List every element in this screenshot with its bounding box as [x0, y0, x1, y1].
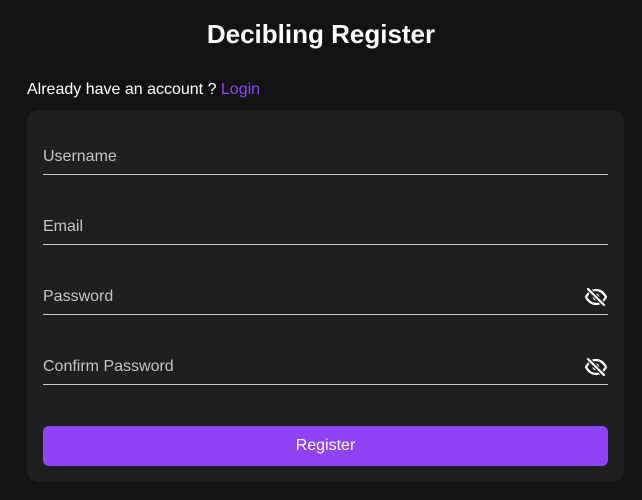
account-prompt-text: Already have an account ? — [27, 81, 221, 98]
page-title: Decibling Register — [206, 19, 436, 49]
confirm-password-field-wrapper — [43, 350, 608, 385]
password-input[interactable] — [43, 280, 608, 314]
login-link[interactable]: Login — [221, 81, 260, 98]
register-form: Register — [27, 110, 624, 482]
register-page: Decibling Register Already have an accou… — [0, 0, 642, 500]
username-input[interactable] — [43, 140, 608, 174]
account-prompt: Already have an account ? Login — [27, 80, 260, 100]
email-input[interactable] — [43, 210, 608, 244]
register-button[interactable]: Register — [43, 426, 608, 466]
confirm-password-input[interactable] — [43, 350, 608, 384]
password-field-wrapper — [43, 280, 608, 315]
email-field-wrapper — [43, 210, 608, 245]
eye-slash-icon[interactable] — [584, 285, 608, 309]
eye-slash-icon[interactable] — [584, 355, 608, 379]
username-field-wrapper — [43, 140, 608, 175]
